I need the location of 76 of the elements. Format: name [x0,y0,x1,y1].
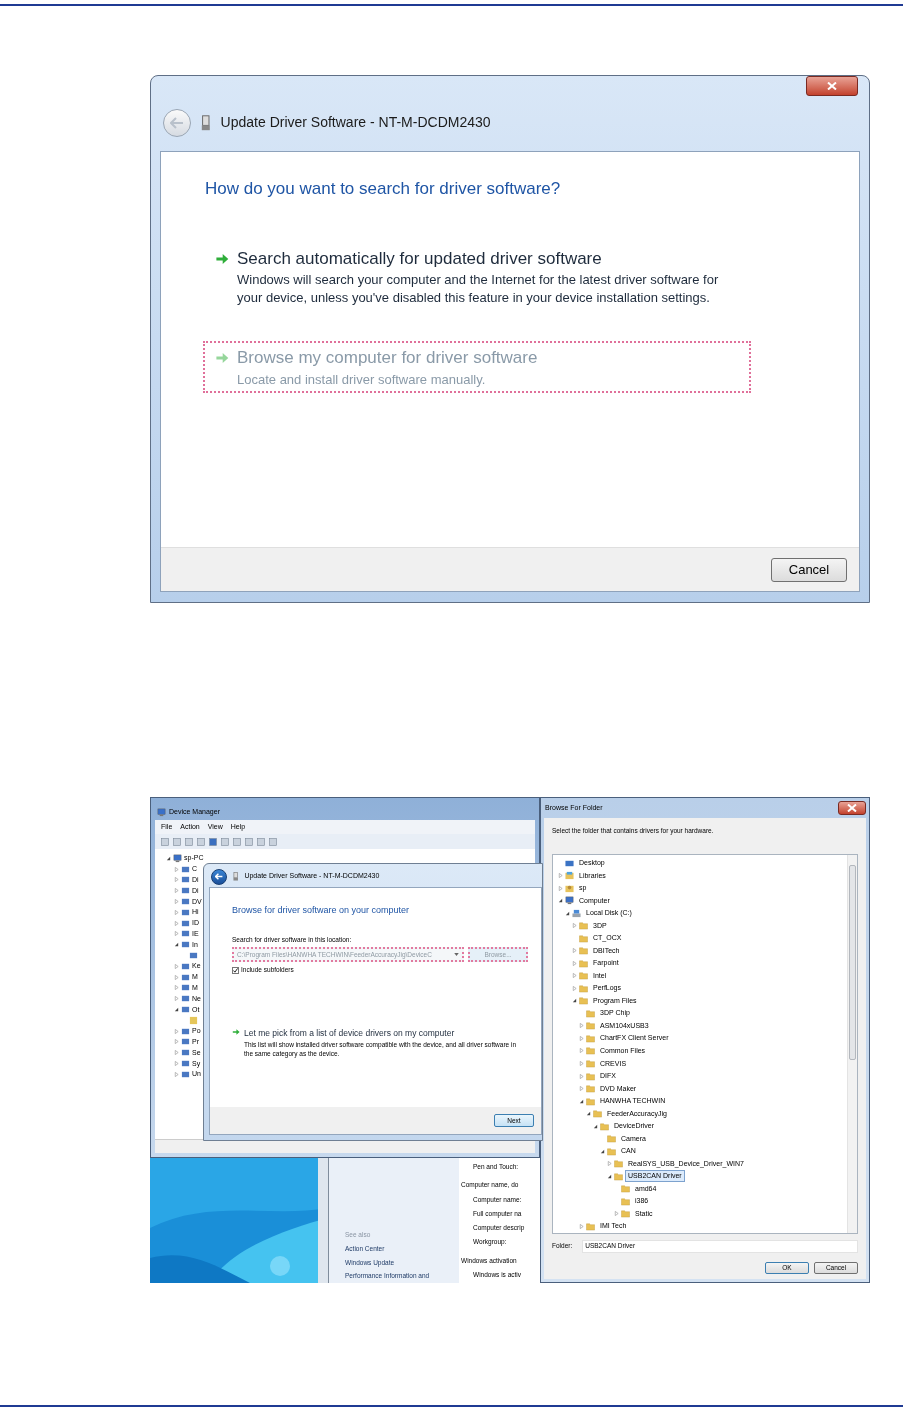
expand-arrow-icon[interactable] [173,1028,179,1034]
collapse-arrow-icon[interactable] [599,1148,605,1154]
checkmark-icon [233,967,238,973]
back-arrow-icon [170,116,184,129]
collapse-arrow-icon[interactable] [592,1123,598,1129]
user-folder-icon [565,883,574,893]
expand-arrow-icon[interactable] [578,1086,584,1092]
folder-icon [586,1221,595,1231]
expand-arrow-icon[interactable] [173,888,179,894]
expand-arrow-icon[interactable] [578,1073,584,1079]
expand-arrow-icon[interactable] [173,963,179,969]
drive-icon [572,908,581,918]
expand-arrow-icon[interactable] [173,996,179,1002]
collapse-arrow-icon[interactable] [165,855,171,861]
back-button[interactable] [211,868,227,885]
expand-arrow-icon[interactable] [173,899,179,905]
unknown-device-icon [189,1015,198,1025]
expand-arrow-icon[interactable] [571,973,577,979]
back-arrow-icon [215,873,223,880]
expand-arrow-icon[interactable] [173,931,179,937]
expand-arrow-icon[interactable] [173,985,179,991]
expand-arrow-icon[interactable] [173,877,179,883]
expand-arrow-icon[interactable] [578,1061,584,1066]
arrow-icon [232,1028,240,1036]
expand-arrow-icon[interactable] [173,1061,179,1067]
expand-arrow-icon[interactable] [613,1211,619,1217]
collapse-arrow-icon[interactable] [557,898,563,904]
computer-icon [565,896,574,906]
expand-arrow-icon[interactable] [173,909,179,915]
expand-arrow-icon[interactable] [606,1161,612,1167]
checkbox[interactable] [232,966,239,974]
collapse-arrow-icon[interactable] [173,942,179,948]
expand-arrow-icon[interactable] [571,923,577,929]
expand-arrow-icon[interactable] [173,974,179,980]
libraries-icon [565,871,574,881]
usb-device-icon [201,114,211,131]
option-title: Browse my computer for driver software [237,347,539,369]
expand-arrow-icon[interactable] [173,1039,179,1045]
expand-arrow-icon[interactable] [571,948,577,954]
collapse-arrow-icon[interactable] [571,998,577,1004]
collapse-arrow-icon[interactable] [564,910,570,916]
expand-arrow-icon[interactable] [571,985,577,991]
computer-icon [157,808,166,817]
collapse-arrow-icon[interactable] [578,1098,584,1104]
option-title: Search automatically for updated driver software [237,247,603,270]
expand-arrow-icon[interactable] [578,1223,584,1229]
close-icon [827,82,837,90]
expand-arrow-icon[interactable] [173,1050,179,1056]
close-icon [847,804,857,812]
computer-icon [173,853,182,863]
usb-device-icon [233,872,239,881]
collapse-arrow-icon[interactable] [585,1111,591,1117]
expand-arrow-icon[interactable] [557,885,563,891]
cancel-button[interactable]: Cancel [771,557,847,582]
expand-arrow-icon[interactable] [173,866,179,872]
dialog-heading: Browse for driver software on your computer [232,904,411,917]
window-title: Update Driver Software - NT-M-DCDM2430 [220,113,491,132]
option-description: Windows will search your computer and the Internet for the latest driver software for your device, unless you've disabled this feature in your device installation settings. [237,271,720,307]
close-button[interactable] [838,801,866,815]
expand-arrow-icon[interactable] [578,1048,584,1054]
dropdown-caret-icon [454,953,459,957]
expand-arrow-icon[interactable] [173,920,179,926]
expand-arrow-icon[interactable] [578,1023,584,1029]
close-button[interactable] [806,76,858,96]
collapse-arrow-icon[interactable] [606,1173,612,1179]
dialog-heading: How do you want to search for driver software? [205,178,562,200]
option-title[interactable]: Let me pick from a list of device drivers on my computer [244,1027,519,1040]
expand-arrow-icon[interactable] [578,1035,584,1041]
collapse-arrow-icon[interactable] [173,1007,179,1013]
option-description: Locate and install driver software manually. [237,370,487,389]
arrow-icon [215,351,229,365]
scrollbar[interactable] [847,854,857,1233]
expand-arrow-icon[interactable] [571,960,577,966]
expand-arrow-icon[interactable] [173,1071,179,1077]
expand-arrow-icon[interactable] [557,873,563,879]
desktop-icon [565,858,574,868]
